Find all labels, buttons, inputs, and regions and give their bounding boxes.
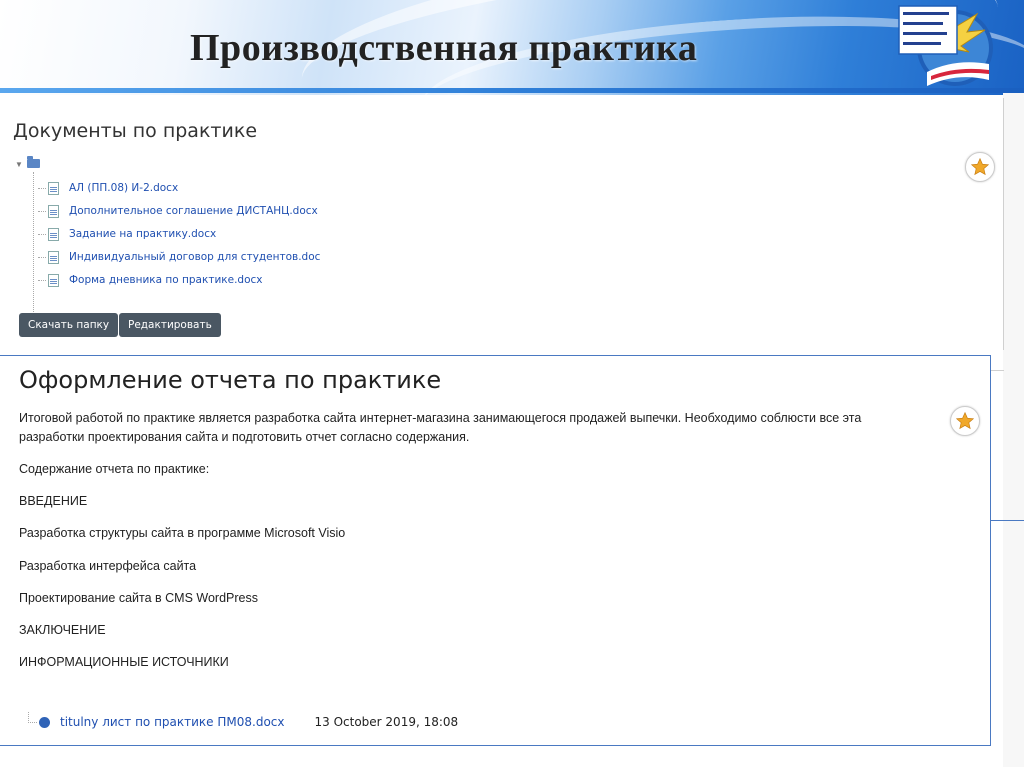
file-link[interactable]: АЛ (ПП.08) И-2.docx xyxy=(69,182,178,194)
file-link[interactable]: Задание на практику.docx xyxy=(69,228,216,240)
documents-section: Документы по практике ▼ АЛ (ПП.08) И-2.d… xyxy=(0,98,1004,350)
file-item[interactable]: АЛ (ПП.08) И-2.docx xyxy=(38,178,178,198)
contents-label: Содержание отчета по практике: xyxy=(19,462,210,476)
documents-heading: Документы по практике xyxy=(13,120,258,142)
report-file-item[interactable]: titulny лист по практике ПМ08.docx 13 Oc… xyxy=(28,711,459,732)
divider xyxy=(990,520,1024,521)
star-icon xyxy=(970,157,990,176)
contents-item: Разработка структуры сайта в программе M… xyxy=(19,526,346,540)
download-folder-button[interactable]: Скачать папку xyxy=(19,313,119,337)
file-link[interactable]: Дополнительное соглашение ДИСТАНЦ.docx xyxy=(69,205,318,217)
tree-connector xyxy=(38,233,46,235)
tree-connector xyxy=(38,256,46,258)
edit-button[interactable]: Редактировать xyxy=(119,313,221,337)
file-date: 13 October 2019, 18:08 xyxy=(314,715,459,729)
tree-connector xyxy=(38,279,46,281)
logo-emblem xyxy=(898,5,993,86)
star-icon[interactable] xyxy=(950,406,980,436)
folder-icon[interactable] xyxy=(27,156,40,168)
banner-underline xyxy=(0,88,1024,93)
contents-item: Разработка интерфейса сайта xyxy=(19,559,197,573)
document-icon xyxy=(48,250,59,264)
slide-title: Производственная практика xyxy=(190,27,698,69)
document-icon xyxy=(48,227,59,241)
document-icon xyxy=(48,273,59,287)
file-link[interactable]: titulny лист по практике ПМ08.docx xyxy=(60,715,285,729)
report-heading: Оформление отчета по практике xyxy=(19,366,442,394)
tree-connector xyxy=(33,172,35,332)
tree-collapse-toggle[interactable]: ▼ xyxy=(15,160,23,169)
document-icon xyxy=(39,716,50,728)
report-intro: Итоговой работой по практике является ра… xyxy=(19,411,862,425)
file-link[interactable]: Индивидуальный договор для студентов.doc xyxy=(69,251,320,263)
report-section: Оформление отчета по практике Итоговой р… xyxy=(0,355,991,746)
file-item[interactable]: Дополнительное соглашение ДИСТАНЦ.docx xyxy=(38,201,318,221)
tree-connector xyxy=(28,711,37,723)
document-icon xyxy=(48,181,59,195)
contents-item: ИНФОРМАЦИОННЫЕ ИСТОЧНИКИ xyxy=(19,655,229,669)
page-scroll-gutter xyxy=(1003,93,1024,767)
file-item[interactable]: Индивидуальный договор для студентов.doc xyxy=(38,247,320,267)
contents-item: ЗАКЛЮЧЕНИЕ xyxy=(19,623,106,637)
star-icon[interactable] xyxy=(965,152,995,182)
tree-connector xyxy=(38,187,46,189)
contents-item: ВВЕДЕНИЕ xyxy=(19,494,88,508)
report-intro: разработки проектирования сайта и подгот… xyxy=(19,430,470,444)
contents-item: Проектирование сайта в CMS WordPress xyxy=(19,591,258,605)
file-item[interactable]: Форма дневника по практике.docx xyxy=(38,270,263,290)
tree-connector xyxy=(38,210,46,212)
document-icon xyxy=(48,204,59,218)
file-link[interactable]: Форма дневника по практике.docx xyxy=(69,274,263,286)
star-icon xyxy=(955,411,975,430)
file-item[interactable]: Задание на практику.docx xyxy=(38,224,216,244)
divider xyxy=(990,370,1004,371)
